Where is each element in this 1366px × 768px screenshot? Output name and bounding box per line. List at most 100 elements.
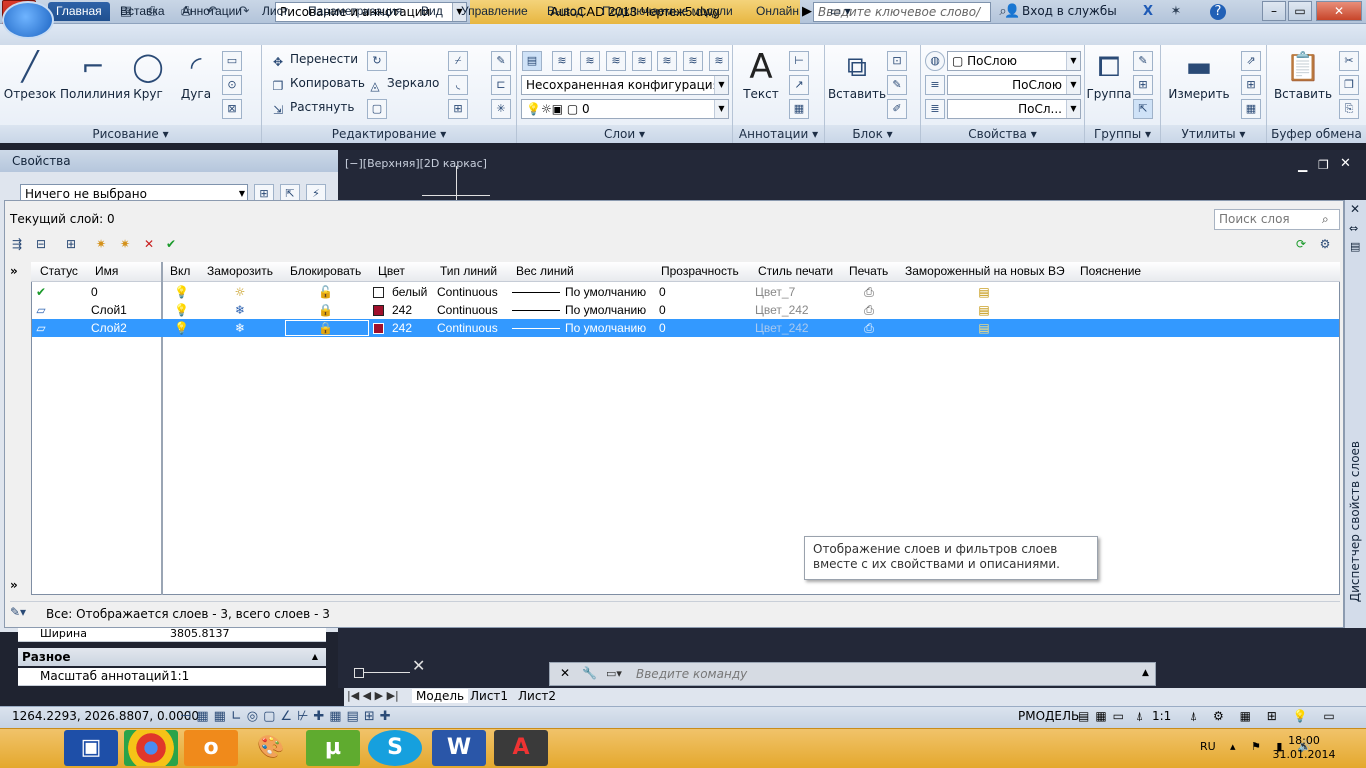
layer-color[interactable]: 242 — [392, 320, 412, 336]
bulb-on-icon[interactable]: 💡 — [174, 284, 189, 300]
col-lock[interactable]: Блокировать — [290, 264, 361, 278]
col-plotstyle[interactable]: Стиль печати — [758, 264, 833, 278]
col-vpfreeze[interactable]: Замороженный на новых ВЭ — [905, 264, 1065, 278]
viewport-restore-icon[interactable]: ❐ — [1318, 158, 1329, 172]
tab-view[interactable]: Вид — [419, 2, 445, 21]
language-indicator[interactable]: RU — [1200, 740, 1216, 753]
dimension-icon[interactable]: ⊢ — [789, 51, 809, 71]
tab-insert[interactable]: Вставка — [118, 2, 167, 21]
layer-off-icon[interactable]: ≋ — [709, 51, 729, 71]
polyline-button[interactable]: ⌐ Полилиния — [60, 49, 130, 101]
width-value[interactable]: 3805.8137 — [170, 627, 230, 640]
delete-layer-icon[interactable]: ✕ — [140, 236, 158, 252]
fillet-icon[interactable]: ◟ — [448, 75, 468, 95]
edit-block-icon[interactable]: ✎ — [887, 75, 907, 95]
layer-lineweight[interactable]: По умолчанию — [565, 320, 646, 336]
vp-freeze-icon[interactable]: ▤ — [977, 284, 991, 300]
panel-block-label[interactable]: Блок ▾ — [825, 125, 920, 143]
match-properties-icon[interactable]: ◍ — [925, 51, 945, 71]
insert-block-button[interactable]: ⧉ Вставить — [827, 49, 887, 101]
misc-section-header[interactable]: Разное ▲ — [18, 648, 326, 666]
leader-icon[interactable]: ↗ — [789, 75, 809, 95]
layer-lineweight[interactable]: По умолчанию — [565, 284, 646, 300]
bulb-on-icon[interactable]: 💡 — [174, 320, 189, 336]
layer-freeze-icon[interactable]: ≋ — [683, 51, 703, 71]
layer-transparency[interactable]: 0 — [659, 320, 666, 336]
col-on[interactable]: Вкл — [170, 264, 190, 278]
table-icon[interactable]: ▦ — [789, 99, 809, 119]
filter-toggle-icon[interactable]: ✎▾ — [10, 605, 26, 619]
col-transparency[interactable]: Прозрачность — [661, 264, 739, 278]
trim-icon[interactable]: ⌿ — [448, 51, 468, 71]
layer-state-select[interactable]: Несохраненная конфигурация сло ▼ — [521, 75, 729, 95]
layer-linetype[interactable]: Continuous — [437, 284, 498, 300]
tab-manage[interactable]: Управление — [459, 2, 530, 21]
current-layer-check-icon[interactable]: ✔ — [34, 284, 48, 300]
panel-draw-label[interactable]: Рисование ▾ — [0, 125, 261, 143]
group-edit-icon[interactable]: ⊞ — [1133, 75, 1153, 95]
unlock-icon[interactable]: 🔓 — [318, 284, 333, 300]
erase-icon[interactable]: ✎ — [491, 51, 511, 71]
search-icon[interactable]: ⌕ — [1322, 212, 1329, 227]
tab-home[interactable]: Главная — [48, 2, 110, 21]
linetype-icon[interactable]: ≣ — [925, 99, 945, 119]
calculator-icon[interactable]: ▦ — [1241, 99, 1261, 119]
maximize-button[interactable]: ▭ — [1288, 1, 1312, 21]
odnoklassniki-icon[interactable]: о — [184, 730, 238, 766]
taskbar-clock[interactable]: 18:00 31.01.2014 — [1272, 734, 1336, 762]
properties-palette-title[interactable]: Свойства — [0, 150, 338, 172]
layer-name[interactable]: 0 — [91, 284, 98, 300]
col-name[interactable]: Имя — [95, 264, 118, 278]
word-icon[interactable]: W — [432, 730, 486, 766]
cmd-prompt-icon[interactable]: ▭▾ — [606, 667, 622, 680]
save-app-icon[interactable]: ▣ — [64, 730, 118, 766]
group-button[interactable]: ⧠ Группа — [1081, 49, 1137, 101]
command-input[interactable]: Введите команду — [606, 665, 1146, 683]
tab-plugins[interactable]: Подключаемые модули — [600, 2, 735, 21]
vp-freeze-icon[interactable]: ▤ — [977, 320, 991, 336]
palette-autohide-icon[interactable]: ⇔ — [1349, 222, 1358, 235]
viewport-controls[interactable]: [−][Верхняя][2D каркас] — [345, 157, 487, 170]
tab-layout[interactable]: Лист — [260, 2, 290, 21]
minimize-button[interactable]: – — [1262, 1, 1286, 21]
start-button[interactable] — [2, 1, 54, 39]
tab-sheet1[interactable]: Лист1 — [470, 689, 508, 703]
layer-match-icon[interactable]: ≋ — [580, 51, 600, 71]
col-lineweight[interactable]: Вес линий — [516, 264, 574, 278]
star-icon[interactable]: ✶ — [1168, 4, 1184, 20]
paste-button[interactable]: 📋 Вставить — [1271, 49, 1335, 101]
layer-status-icon[interactable]: ▱ — [34, 320, 48, 336]
col-plot[interactable]: Печать — [849, 264, 888, 278]
array-icon[interactable]: ⊞ — [448, 99, 468, 119]
lock-icon[interactable]: 🔒 — [318, 302, 333, 318]
lineweight-select[interactable]: ПоСл... ▼ — [947, 99, 1081, 119]
printer-icon[interactable]: ⎙ — [862, 302, 876, 318]
tab-output[interactable]: Вывод — [545, 2, 585, 21]
text-button[interactable]: A Текст — [733, 49, 789, 101]
rectangle-icon[interactable]: ▭ — [222, 51, 242, 71]
scale-icon[interactable]: ▢ — [367, 99, 387, 119]
lineweight-icon[interactable]: ≡ — [925, 75, 945, 95]
color-select[interactable]: ▢ ПоСлою ▼ — [947, 51, 1081, 71]
copy-clip-icon[interactable]: ❐ — [1339, 75, 1359, 95]
panel-utilities-label[interactable]: Утилиты ▾ — [1161, 125, 1266, 143]
offset-icon[interactable]: ⊏ — [491, 75, 511, 95]
col-description[interactable]: Пояснение — [1080, 264, 1141, 278]
layer-isolate-icon[interactable]: ≋ — [632, 51, 652, 71]
tab-parametric[interactable]: Параметризация — [306, 2, 404, 21]
drafting-toggles-icon[interactable]: ⊣▦▦∟◎▢∠⊬✚▦▤⊞✚ — [180, 709, 396, 724]
group-select-icon[interactable]: ⇱ — [1133, 99, 1153, 119]
col-status[interactable]: Статус — [40, 264, 78, 278]
tab-sheet2[interactable]: Лист2 — [518, 689, 556, 703]
layer-color[interactable]: белый — [392, 284, 427, 300]
panel-annotation-label[interactable]: Аннотации ▾ — [733, 125, 824, 143]
select-all-icon[interactable]: ⊞ — [1241, 75, 1261, 95]
panel-properties-label[interactable]: Свойства ▾ — [921, 125, 1084, 143]
rotate-icon[interactable]: ↻ — [367, 51, 387, 71]
cmd-history-icon[interactable]: ▲ — [1142, 668, 1149, 678]
layer-status-icon[interactable]: ▱ — [34, 302, 48, 318]
layer-properties-icon[interactable]: ▤ — [522, 51, 542, 71]
paint-icon[interactable]: 🎨 — [244, 730, 298, 766]
expand-filter-icon[interactable]: » — [10, 264, 18, 278]
quick-select-icon[interactable]: ⇗ — [1241, 51, 1261, 71]
